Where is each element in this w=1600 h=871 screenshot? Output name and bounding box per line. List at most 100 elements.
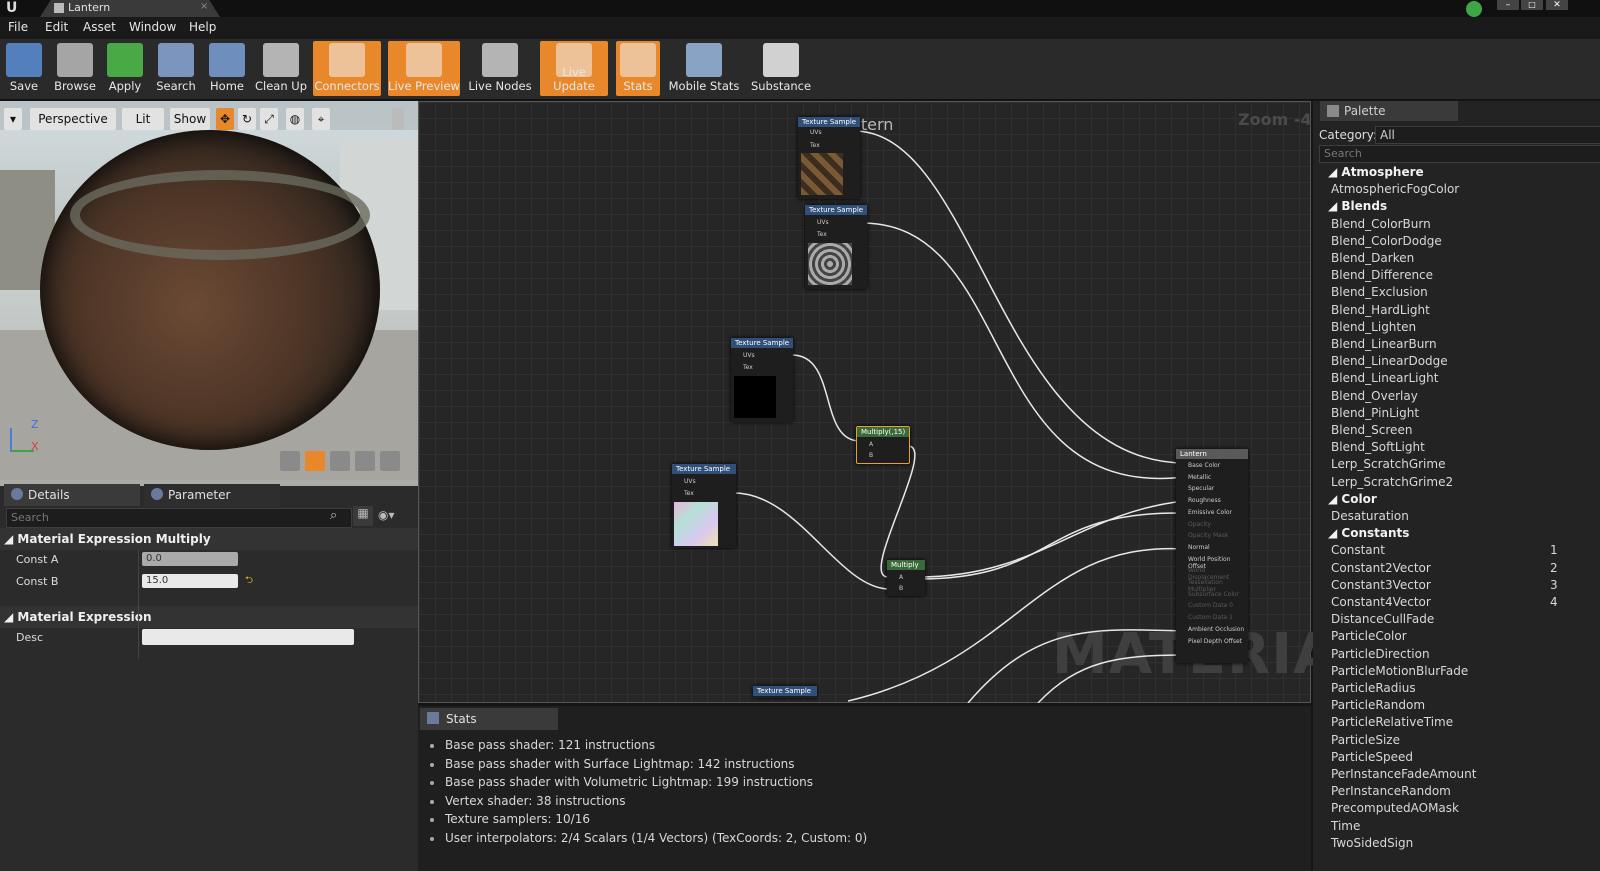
live-preview-button[interactable]: Live Preview (388, 41, 460, 96)
palette-item[interactable]: Constant2Vector (1331, 561, 1431, 575)
maximize-icon[interactable]: □ (1521, 0, 1543, 10)
section-material-expression[interactable]: ◢ Material Expression (0, 606, 418, 628)
minimize-icon[interactable]: – (1497, 0, 1519, 10)
result-pin[interactable]: Specular (1188, 485, 1214, 492)
result-pin[interactable]: Emissive Color (1188, 509, 1232, 516)
palette-item[interactable]: Lerp_ScratchGrime2 (1331, 475, 1453, 489)
multiply-15-node[interactable]: Multiply(,15) A B (856, 426, 910, 464)
tab-close-icon[interactable]: × (200, 1, 208, 12)
search-button[interactable]: Search (153, 41, 199, 96)
world-space-icon[interactable]: ◍ (286, 108, 304, 130)
palette-item[interactable]: Blend_SoftLight (1331, 440, 1425, 454)
viewport-collapse-icon[interactable] (392, 108, 404, 130)
palette-item[interactable]: Constant (1331, 543, 1385, 557)
palette-item[interactable]: ParticleSpeed (1331, 750, 1413, 764)
plane-preview-icon[interactable] (330, 451, 350, 471)
mobile-stats-button[interactable]: Mobile Stats (668, 41, 740, 96)
palette-category[interactable]: ◢ Color (1328, 492, 1377, 506)
texture-sample-node-1[interactable]: Texture Sample UVs Tex (798, 117, 860, 199)
palette-item[interactable]: Blend_Exclusion (1331, 285, 1428, 299)
section-material-expression-multiply[interactable]: ◢ Material Expression Multiply (0, 528, 418, 550)
substance-button[interactable]: Substance (746, 41, 816, 96)
palette-item[interactable]: Desaturation (1331, 509, 1409, 523)
cube-preview-icon[interactable] (355, 451, 375, 471)
texture-sample-node-3[interactable]: Texture Sample UVs Tex (731, 338, 793, 422)
category-select[interactable]: All (1375, 126, 1600, 144)
palette-category[interactable]: ◢ Blends (1328, 199, 1387, 213)
palette-item[interactable]: TwoSidedSign (1331, 836, 1413, 850)
sphere-preview-icon[interactable] (305, 451, 325, 471)
unreal-logo-icon[interactable]: U (6, 0, 17, 16)
scale-tool-icon[interactable]: ⤢ (260, 108, 278, 130)
palette-item[interactable]: Constant3Vector (1331, 578, 1431, 592)
palette-item[interactable]: PerInstanceFadeAmount (1331, 767, 1476, 781)
result-pin[interactable]: Normal (1188, 544, 1210, 551)
palette-item[interactable]: Time (1331, 819, 1360, 833)
palette-item[interactable]: ParticleRadius (1331, 681, 1416, 695)
palette-item[interactable]: ParticleDirection (1331, 647, 1430, 661)
details-search-input[interactable]: Search (6, 508, 352, 528)
palette-item[interactable]: Blend_HardLight (1331, 303, 1430, 317)
rotate-tool-icon[interactable]: ↻ (238, 108, 256, 130)
multiply-node[interactable]: Multiply A B (887, 560, 925, 596)
clean-up-button[interactable]: Clean Up (255, 41, 307, 96)
menu-file[interactable]: File (8, 20, 28, 34)
result-pin[interactable]: Opacity Mask (1188, 532, 1228, 539)
grid-view-icon[interactable]: ▦ (353, 506, 373, 526)
texture-sample-node-2[interactable]: Texture Sample UVs Tex (805, 205, 867, 289)
lit-button[interactable]: Lit (122, 108, 164, 130)
apply-button[interactable]: Apply (103, 41, 147, 96)
palette-category[interactable]: ◢ Atmosphere (1328, 165, 1424, 179)
result-pin[interactable]: Ambient Occlusion (1188, 626, 1244, 633)
texture-sample-node-5[interactable]: Texture Sample (753, 686, 817, 698)
search-icon[interactable]: ⌕ (330, 508, 337, 523)
editor-tab[interactable] (40, 0, 220, 17)
result-pin[interactable]: Roughness (1188, 497, 1221, 504)
palette-item[interactable]: Blend_LinearBurn (1331, 337, 1437, 351)
menu-help[interactable]: Help (189, 20, 216, 34)
result-pin[interactable]: Base Color (1188, 462, 1220, 469)
translate-tool-icon[interactable]: ✥ (216, 108, 234, 130)
home-button[interactable]: Home (204, 41, 250, 96)
material-result-node[interactable]: Lantern Base Color Metallic Specular Roughn… (1176, 449, 1248, 663)
palette-search-input[interactable]: Search (1319, 145, 1600, 163)
palette-item[interactable]: Blend_Screen (1331, 423, 1412, 437)
palette-item[interactable]: Blend_LinearLight (1331, 371, 1438, 385)
palette-item[interactable]: AtmosphericFogColor (1331, 182, 1459, 196)
palette-item[interactable]: Blend_Lighten (1331, 320, 1416, 334)
result-pin[interactable]: Pixel Depth Offset (1188, 638, 1242, 645)
palette-item[interactable]: Blend_ColorBurn (1331, 217, 1431, 231)
menu-window[interactable]: Window (129, 20, 176, 34)
desc-field[interactable] (142, 629, 354, 645)
cylinder-preview-icon[interactable] (280, 451, 300, 471)
palette-item[interactable]: PerInstanceRandom (1331, 784, 1451, 798)
result-pin[interactable]: Metallic (1188, 474, 1211, 481)
palette-item[interactable]: DistanceCullFade (1331, 612, 1434, 626)
tab-parameter-defaults[interactable]: Parameter Default: (144, 484, 280, 524)
menu-asset[interactable]: Asset (83, 20, 116, 34)
palette-item[interactable]: PrecomputedAOMask (1331, 801, 1459, 815)
close-window-icon[interactable]: ✕ (1546, 0, 1568, 10)
tab-details[interactable]: Details (4, 484, 140, 506)
palette-category[interactable]: ◢ Constants (1328, 526, 1409, 540)
palette-item[interactable]: ParticleMotionBlurFade (1331, 664, 1468, 678)
result-pin[interactable]: Custom Data 1 (1188, 614, 1233, 621)
palette-item[interactable]: ParticleRandom (1331, 698, 1425, 712)
palette-item[interactable]: Blend_LinearDodge (1331, 354, 1448, 368)
const-b-field[interactable]: 15.0 (142, 574, 238, 588)
texture-sample-node-4[interactable]: Texture Sample UVs Tex (672, 464, 736, 548)
reset-to-default-icon[interactable]: ⮌ (245, 573, 253, 590)
palette-item[interactable]: ParticleSize (1331, 733, 1400, 747)
palette-item[interactable]: Blend_Darken (1331, 251, 1414, 265)
save-button[interactable]: Save (2, 41, 46, 96)
stats-button[interactable]: Stats (616, 41, 660, 96)
browse-button[interactable]: Browse (52, 41, 98, 96)
tab-stats[interactable]: Stats (420, 708, 558, 730)
result-pin[interactable]: Subsurface Color (1188, 591, 1239, 598)
palette-item[interactable]: Blend_PinLight (1331, 406, 1419, 420)
result-pin[interactable]: Opacity (1188, 521, 1211, 528)
visibility-eye-icon[interactable]: ◉▾ (378, 508, 395, 522)
palette-item[interactable]: ParticleColor (1331, 629, 1407, 643)
palette-item[interactable]: Blend_ColorDodge (1331, 234, 1442, 248)
palette-item[interactable]: Lerp_ScratchGrime (1331, 457, 1445, 471)
